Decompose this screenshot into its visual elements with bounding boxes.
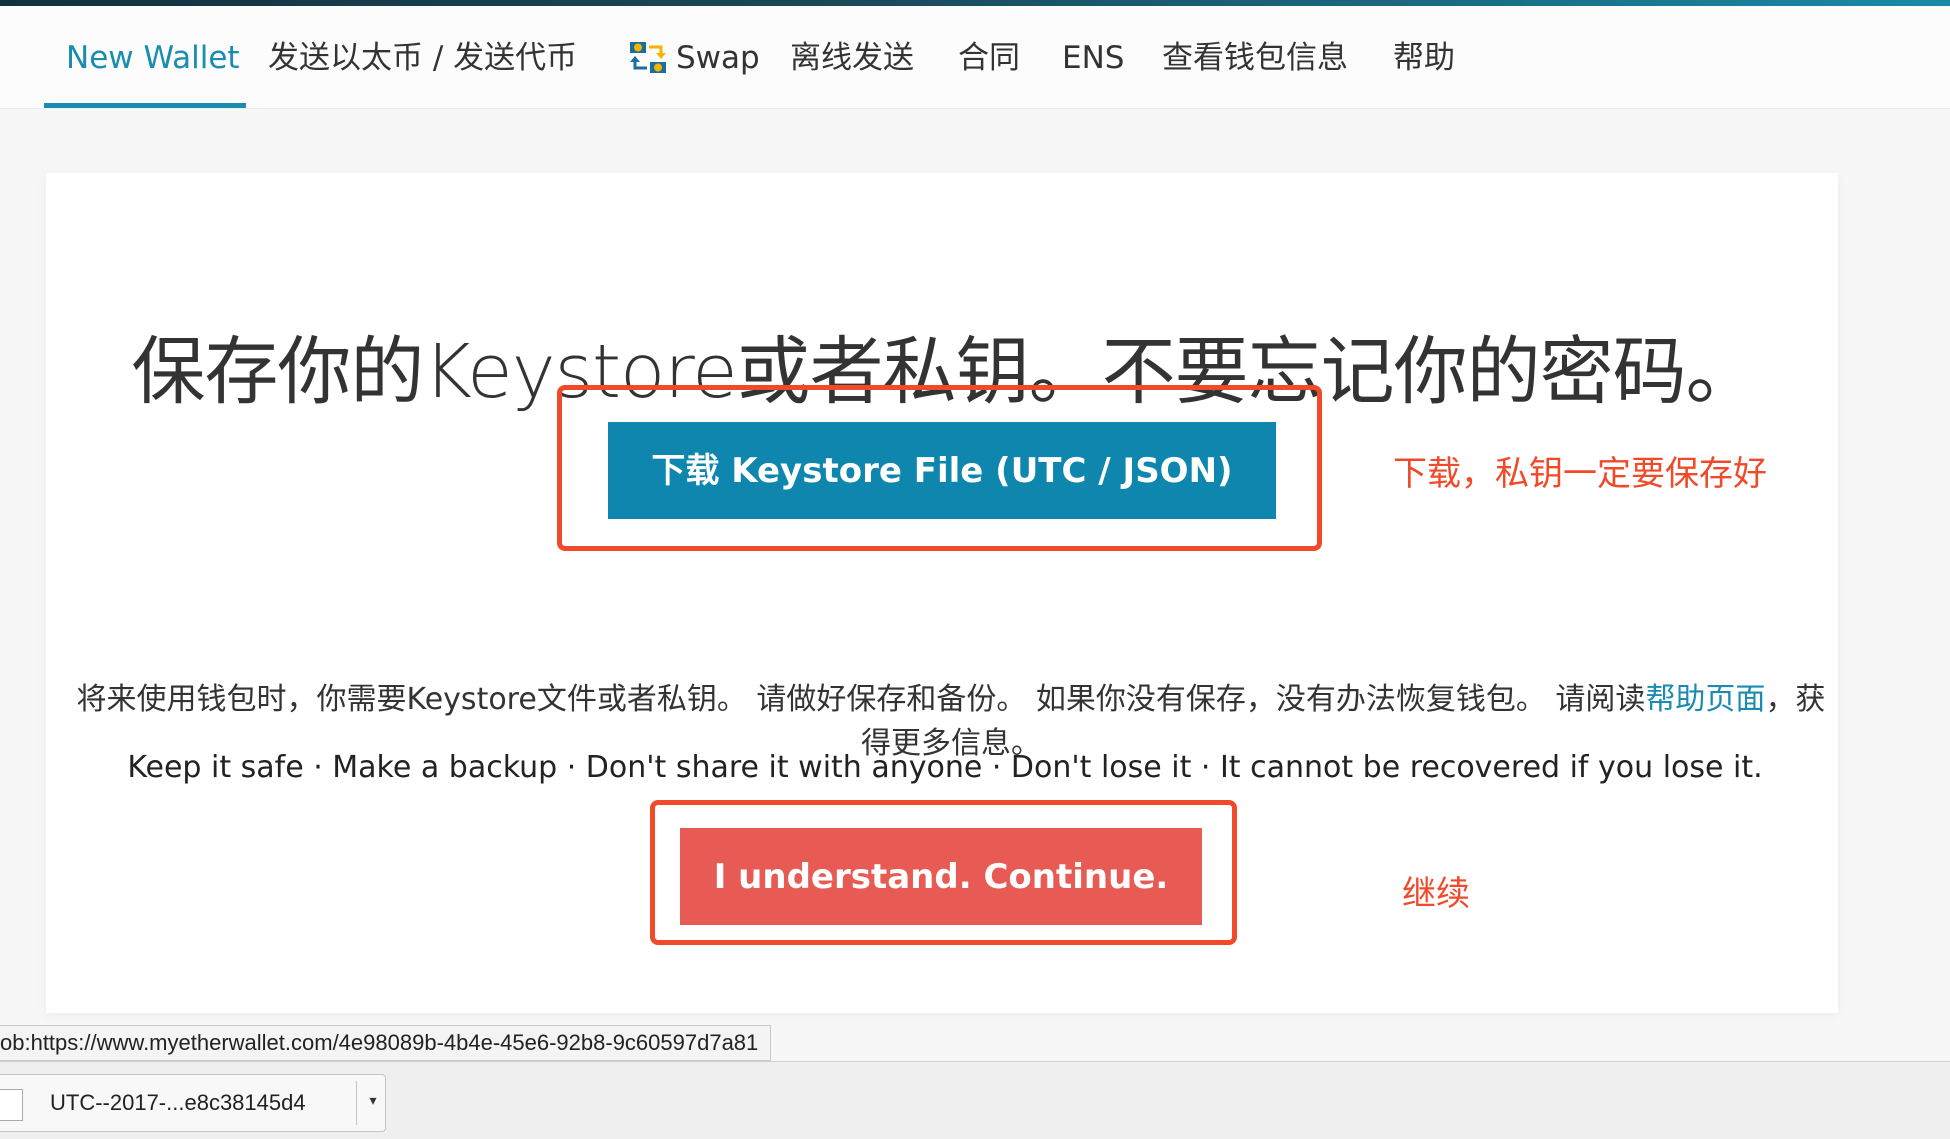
download-shelf: UTC--2017-...e8c38145d4 ▾ bbox=[0, 1061, 1950, 1139]
safety-warning: Keep it safe · Make a backup · Don't sha… bbox=[127, 750, 1763, 785]
download-divider bbox=[356, 1081, 357, 1125]
download-annotation: 下载，私钥一定要保存好 bbox=[1393, 454, 1767, 494]
nav-offline-send[interactable]: 离线发送 bbox=[790, 6, 914, 106]
nav-help[interactable]: 帮助 bbox=[1393, 6, 1455, 106]
nav-send-ether-tokens[interactable]: 发送以太币 / 发送代币 bbox=[268, 6, 577, 106]
nav-view-wallet-info[interactable]: 查看钱包信息 bbox=[1162, 6, 1348, 106]
nav-ens[interactable]: ENS bbox=[1062, 6, 1124, 106]
download-item[interactable]: UTC--2017-...e8c38145d4 ▾ bbox=[0, 1074, 386, 1132]
swap-icon bbox=[628, 38, 668, 78]
file-icon bbox=[0, 1089, 23, 1121]
nav-contracts[interactable]: 合同 bbox=[958, 6, 1020, 106]
continue-annotation: 继续 bbox=[1402, 874, 1470, 914]
nav-swap[interactable]: Swap bbox=[676, 6, 760, 106]
help-text-intro: 将来使用钱包时，你需要Keystore文件或者私钥。 请做好保存和备份。 如果你… bbox=[76, 682, 1646, 717]
continue-button[interactable]: I understand. Continue. bbox=[680, 828, 1202, 925]
active-tab-indicator bbox=[44, 103, 246, 108]
nav-new-wallet[interactable]: New Wallet bbox=[66, 6, 240, 106]
download-keystore-button[interactable]: 下载 Keystore File (UTC / JSON) bbox=[608, 422, 1276, 519]
main-nav: New Wallet 发送以太币 / 发送代币 Swap 离线发送 合同 ENS… bbox=[0, 6, 1950, 109]
help-page-link[interactable]: 帮助页面 bbox=[1645, 682, 1765, 717]
status-bar-url: ob:https://www.myetherwallet.com/4e98089… bbox=[0, 1025, 772, 1061]
download-filename: UTC--2017-...e8c38145d4 bbox=[50, 1090, 306, 1115]
chevron-down-icon[interactable]: ▾ bbox=[360, 1075, 386, 1131]
